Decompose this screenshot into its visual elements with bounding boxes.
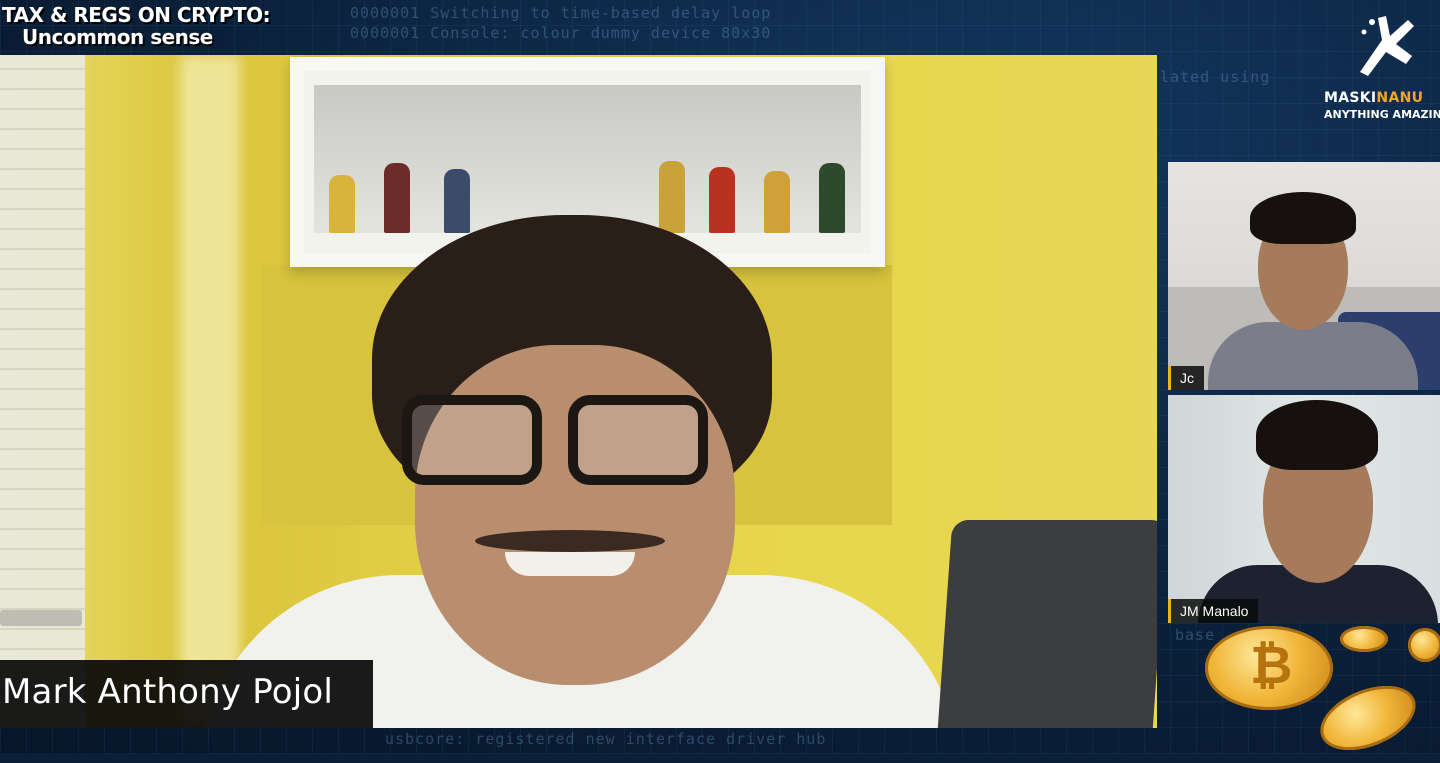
action-figure [764,171,790,233]
window-blind [0,55,85,728]
person-mustache [475,530,665,552]
main-video-tile[interactable] [0,55,1157,728]
participant-label: Jc [1168,366,1204,390]
participant-body [1208,322,1418,390]
brand-logo: MASKINANU ANYTHING AMAZING [1318,10,1440,121]
brand-hand-icon [1360,16,1414,76]
background-code-line: usbcore: registered new interface driver… [385,730,827,748]
light-beam [180,55,240,728]
brand-name: MASKINANU [1324,90,1423,106]
brand-tagline: ANYTHING AMAZING [1324,108,1440,121]
main-participant-name-plate: Mark Anthony Pojol [0,660,373,728]
background-code-line: 0000001 Switching to time-based delay lo… [350,4,772,22]
microphone [937,520,1157,728]
action-figure [819,163,845,233]
shelf-inner [314,85,861,233]
participant-hair [1256,400,1378,470]
action-figure [329,175,355,233]
person-smile [505,552,635,576]
action-figure [444,169,470,233]
show-title: TAX & REGS ON CRYPTO: Uncommon sense [2,3,271,49]
bitcoin-coin-icon [1340,626,1388,652]
bitcoin-coin-icon [1408,628,1440,662]
action-figure [384,163,410,233]
background-code-line: lated using [1160,68,1271,86]
participant-tile-jc[interactable]: Jc [1168,162,1440,390]
participant-hair [1250,192,1356,244]
main-participant-name: Mark Anthony Pojol [2,672,333,712]
glasses-right-lens [568,395,708,485]
participant-label: JM Manalo [1168,599,1259,623]
show-title-line1: TAX & REGS ON CRYPTO: [2,3,271,27]
brand-name-main: MASKI [1324,90,1377,106]
brand-name-accent: NANU [1376,90,1424,106]
background-code-line: base [1175,626,1216,644]
action-figure [659,161,685,233]
show-title-line2: Uncommon sense [22,25,213,49]
bitcoin-symbol: ₿ [1250,636,1293,696]
action-figure [709,167,735,233]
participant-tile-jm-manalo[interactable]: JM Manalo [1168,395,1440,623]
glasses-left-lens [402,395,542,485]
background-code-line: 0000001 Console: colour dummy device 80x… [350,24,772,42]
blind-rod [0,610,82,626]
